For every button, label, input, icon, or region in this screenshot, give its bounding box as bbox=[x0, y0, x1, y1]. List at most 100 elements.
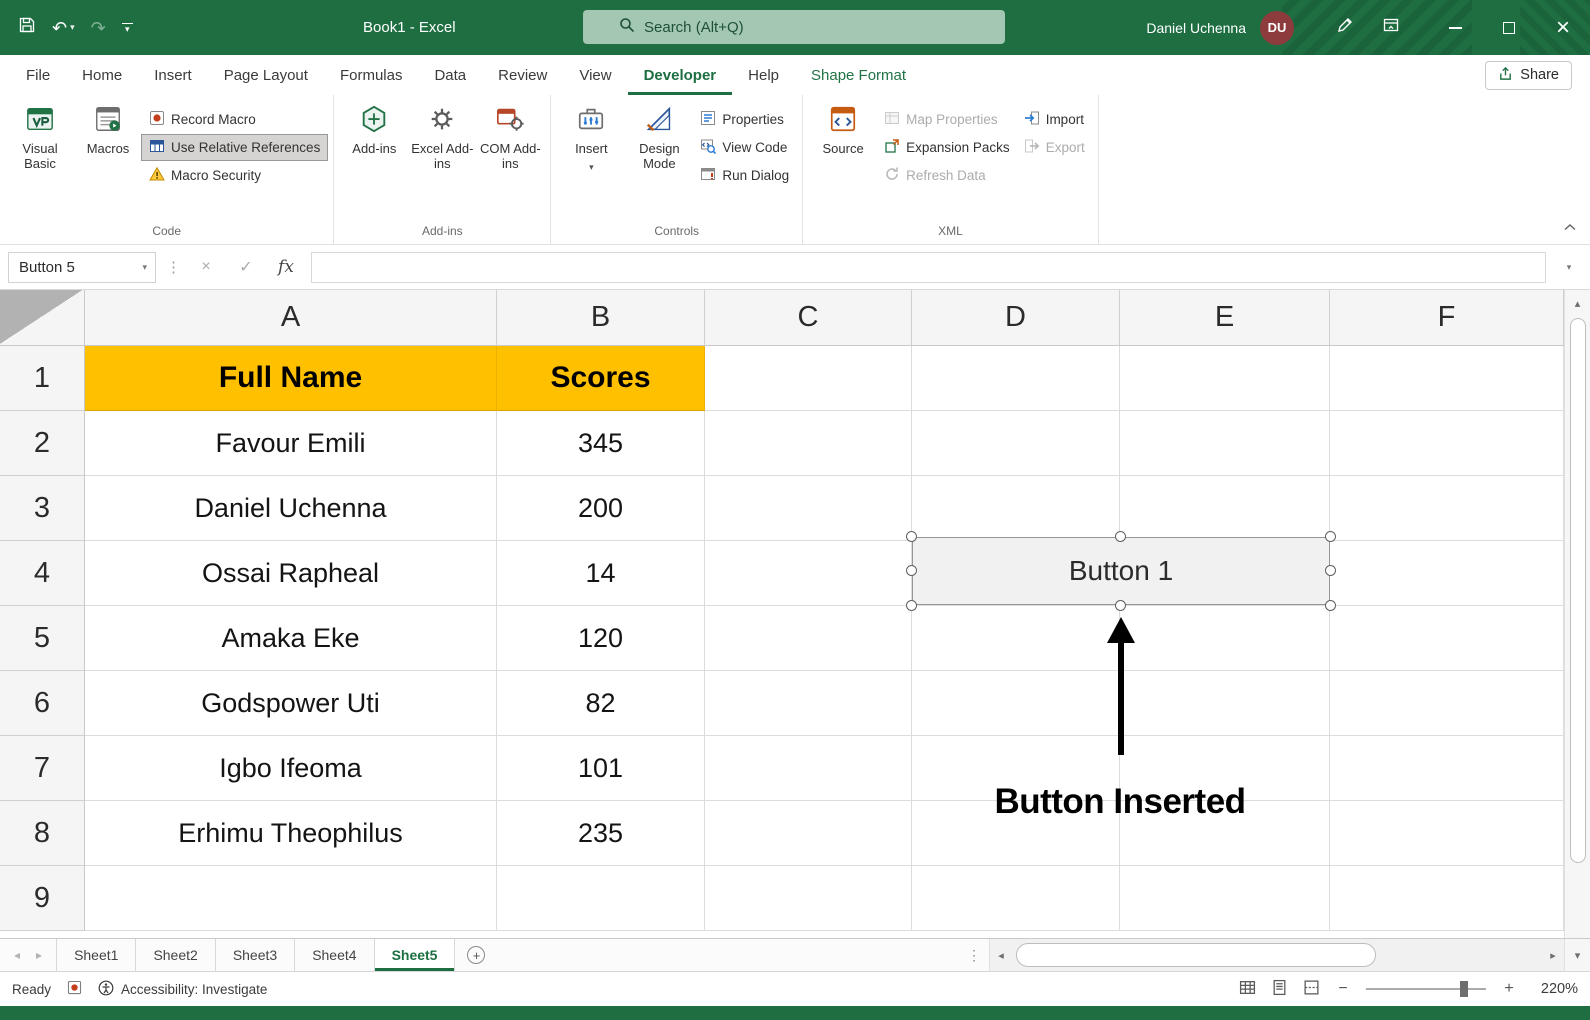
cell[interactable] bbox=[1330, 541, 1564, 606]
ribbon-tab-developer[interactable]: Developer bbox=[628, 55, 733, 95]
cell-b3[interactable]: 200 bbox=[497, 476, 705, 541]
cell[interactable] bbox=[1330, 606, 1564, 671]
sheet-tab-sheet1[interactable]: Sheet1 bbox=[56, 939, 136, 971]
page-layout-view-button[interactable] bbox=[1271, 979, 1288, 999]
column-header-a[interactable]: A bbox=[85, 290, 497, 346]
view-code-button[interactable]: View Code bbox=[693, 135, 796, 160]
cell-a8[interactable]: Erhimu Theophilus bbox=[85, 801, 497, 866]
cell[interactable] bbox=[705, 541, 912, 606]
insert-function-button[interactable]: fx bbox=[271, 257, 301, 277]
selection-handle[interactable] bbox=[1325, 600, 1336, 611]
cell[interactable] bbox=[705, 671, 912, 736]
zoom-slider[interactable] bbox=[1366, 988, 1486, 990]
ribbon-tab-data[interactable]: Data bbox=[418, 55, 482, 95]
ribbon-tab-insert[interactable]: Insert bbox=[138, 55, 208, 95]
horizontal-scrollbar-track[interactable] bbox=[1012, 939, 1542, 971]
cell-a3[interactable]: Daniel Uchenna bbox=[85, 476, 497, 541]
cell[interactable] bbox=[705, 411, 912, 476]
cell-a4[interactable]: Ossai Rapheal bbox=[85, 541, 497, 606]
collapse-ribbon-button[interactable] bbox=[1564, 218, 1576, 236]
visual-basic-button[interactable]: Visual Basic bbox=[6, 97, 74, 171]
expansion-packs-button[interactable]: Expansion Packs bbox=[877, 135, 1017, 160]
previous-sheet-button[interactable]: ◂ bbox=[14, 948, 20, 962]
selection-handle[interactable] bbox=[906, 565, 917, 576]
scroll-right-icon[interactable]: ▸ bbox=[1542, 949, 1564, 962]
cell[interactable] bbox=[912, 476, 1120, 541]
customize-qat-button[interactable]: ▾ bbox=[122, 23, 133, 33]
cell-b2[interactable]: 345 bbox=[497, 411, 705, 476]
selection-handle[interactable] bbox=[906, 531, 917, 542]
cell[interactable] bbox=[705, 476, 912, 541]
row-header-9[interactable]: 9 bbox=[0, 866, 85, 931]
cell-b5[interactable]: 120 bbox=[497, 606, 705, 671]
cell[interactable] bbox=[1330, 476, 1564, 541]
cell[interactable] bbox=[912, 606, 1120, 671]
cell[interactable] bbox=[1330, 346, 1564, 411]
com-addins-button[interactable]: COM Add-ins bbox=[476, 97, 544, 171]
column-header-f[interactable]: F bbox=[1330, 290, 1564, 346]
cell[interactable] bbox=[1330, 801, 1564, 866]
maximize-button[interactable] bbox=[1482, 0, 1536, 55]
cell[interactable] bbox=[912, 411, 1120, 476]
properties-button[interactable]: Properties bbox=[693, 107, 796, 132]
tab-splitter-handle[interactable]: ⋮ bbox=[959, 939, 989, 971]
cell-b4[interactable]: 14 bbox=[497, 541, 705, 606]
cell[interactable] bbox=[912, 866, 1120, 931]
save-button[interactable] bbox=[18, 16, 36, 39]
form-button-button1[interactable]: Button 1 bbox=[912, 537, 1330, 605]
avatar[interactable]: DU bbox=[1260, 11, 1294, 45]
cell-b7[interactable]: 101 bbox=[497, 736, 705, 801]
select-all-corner[interactable] bbox=[0, 290, 85, 346]
cell[interactable] bbox=[497, 866, 705, 931]
cell[interactable] bbox=[1120, 866, 1330, 931]
macro-security-button[interactable]: Macro Security bbox=[142, 163, 327, 188]
cell-a5[interactable]: Amaka Eke bbox=[85, 606, 497, 671]
insert-controls-button[interactable]: Insert ▾ bbox=[557, 97, 625, 175]
ribbon-display-options-button[interactable] bbox=[1368, 0, 1414, 55]
cell-a6[interactable]: Godspower Uti bbox=[85, 671, 497, 736]
expand-formula-bar-button[interactable]: ▾ bbox=[1556, 262, 1582, 273]
cell[interactable] bbox=[1120, 606, 1330, 671]
cell[interactable] bbox=[705, 606, 912, 671]
row-header-7[interactable]: 7 bbox=[0, 736, 85, 801]
cell[interactable] bbox=[705, 801, 912, 866]
addins-button[interactable]: Add-ins bbox=[340, 97, 408, 156]
cell-b8[interactable]: 235 bbox=[497, 801, 705, 866]
selection-handle[interactable] bbox=[1115, 531, 1126, 542]
vertical-scrollbar-thumb[interactable] bbox=[1570, 318, 1586, 863]
cell[interactable] bbox=[1330, 736, 1564, 801]
close-button[interactable]: × bbox=[1536, 0, 1590, 55]
cell[interactable] bbox=[1120, 346, 1330, 411]
selection-handle[interactable] bbox=[906, 600, 917, 611]
selection-handle[interactable] bbox=[1115, 600, 1126, 611]
run-dialog-button[interactable]: Run Dialog bbox=[693, 163, 796, 188]
row-header-1[interactable]: 1 bbox=[0, 346, 85, 411]
cell[interactable] bbox=[1120, 476, 1330, 541]
column-header-e[interactable]: E bbox=[1120, 290, 1330, 346]
minimize-button[interactable] bbox=[1428, 0, 1482, 55]
selection-handle[interactable] bbox=[1325, 531, 1336, 542]
import-button[interactable]: Import bbox=[1017, 107, 1092, 132]
ribbon-tab-view[interactable]: View bbox=[563, 55, 627, 95]
cell-b1[interactable]: Scores bbox=[497, 346, 705, 411]
cell[interactable] bbox=[85, 866, 497, 931]
cell[interactable] bbox=[705, 866, 912, 931]
formula-input[interactable] bbox=[311, 252, 1546, 283]
row-header-2[interactable]: 2 bbox=[0, 411, 85, 476]
macros-button[interactable]: Macros bbox=[74, 97, 142, 156]
page-break-preview-button[interactable] bbox=[1303, 979, 1320, 999]
name-box[interactable]: Button 5 ▾ bbox=[8, 252, 156, 283]
cell-a2[interactable]: Favour Emili bbox=[85, 411, 497, 476]
zoom-slider-thumb[interactable] bbox=[1460, 981, 1468, 997]
ink-button[interactable] bbox=[1322, 0, 1368, 55]
next-sheet-button[interactable]: ▸ bbox=[36, 948, 42, 962]
ribbon-tab-help[interactable]: Help bbox=[732, 55, 795, 95]
share-button[interactable]: Share bbox=[1485, 61, 1572, 90]
cell[interactable] bbox=[1120, 671, 1330, 736]
ribbon-tab-file[interactable]: File bbox=[10, 55, 66, 95]
selection-handle[interactable] bbox=[1325, 565, 1336, 576]
normal-view-button[interactable] bbox=[1239, 979, 1256, 999]
scroll-up-icon[interactable]: ▴ bbox=[1565, 290, 1590, 316]
record-macro-button[interactable]: Record Macro bbox=[142, 107, 327, 132]
search-box[interactable]: Search (Alt+Q) bbox=[583, 10, 1005, 44]
